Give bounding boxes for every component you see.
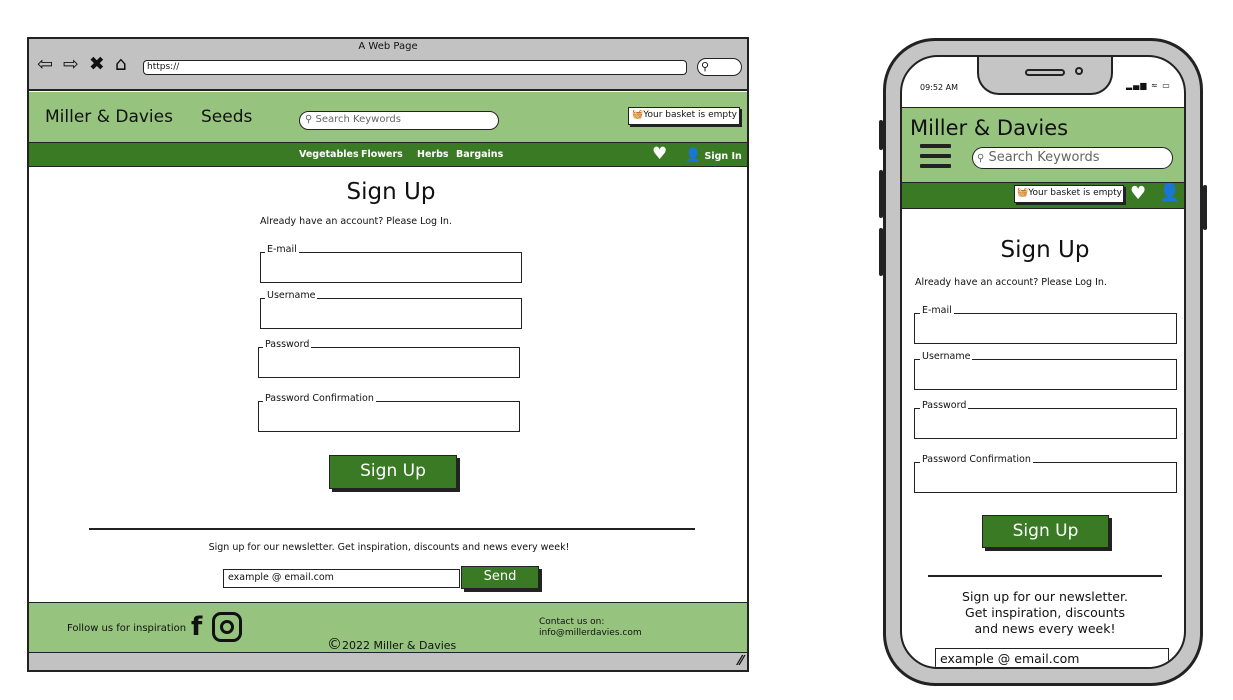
email-field-label: E-mail bbox=[265, 244, 299, 255]
contact-info: Contact us on: info@millerdavies.com bbox=[539, 617, 642, 639]
site-header: Miller & Davies Seeds ⚲ Search Keywords … bbox=[29, 92, 747, 142]
brand-suffix[interactable]: Seeds bbox=[201, 107, 252, 127]
mobile-password-field-label: Password bbox=[920, 400, 969, 411]
newsletter-email-input[interactable]: example @ email.com bbox=[223, 569, 460, 588]
divider bbox=[89, 528, 695, 530]
mobile-newsletter-line-3: and news every week! bbox=[974, 621, 1116, 636]
sign-up-button[interactable]: Sign Up bbox=[329, 455, 457, 489]
brand-name[interactable]: Miller & Davies bbox=[45, 107, 173, 127]
password-confirmation-field-label: Password Confirmation bbox=[263, 393, 376, 404]
mobile-password-field[interactable] bbox=[914, 408, 1177, 439]
mobile-newsletter-email-input[interactable]: example @ email.com bbox=[935, 648, 1169, 667]
sign-in-label: Sign In bbox=[704, 151, 742, 162]
username-field[interactable] bbox=[260, 298, 522, 329]
mobile-basket-button[interactable]: 🧺Your basket is empty bbox=[1014, 185, 1124, 203]
password-confirmation-field[interactable] bbox=[258, 401, 520, 432]
nav-vegetables[interactable]: Vegetables bbox=[299, 149, 359, 160]
resize-grip-icon[interactable]: ⁄⁄ bbox=[739, 654, 743, 669]
password-field[interactable] bbox=[258, 347, 520, 378]
nav-herbs[interactable]: Herbs bbox=[417, 149, 449, 160]
instagram-icon[interactable] bbox=[212, 612, 242, 642]
user-icon: 👤 bbox=[685, 148, 702, 163]
mobile-login-hint[interactable]: Already have an account? Please Log In. bbox=[915, 277, 1107, 288]
mobile-screen: 09:52 AM ▂▄▆ ≈ ▭ Miller & Davies ⚲ Searc… bbox=[900, 55, 1186, 669]
basket-icon: 🧺 bbox=[632, 110, 644, 120]
speaker-icon bbox=[1025, 69, 1065, 76]
phone-notch bbox=[977, 57, 1113, 95]
email-field[interactable] bbox=[260, 252, 522, 283]
mobile-phone-frame: 09:52 AM ▂▄▆ ≈ ▭ Miller & Davies ⚲ Searc… bbox=[883, 38, 1203, 686]
wishlist-heart-icon[interactable]: ♥ bbox=[1130, 183, 1146, 204]
mobile-brand-name[interactable]: Miller & Davies bbox=[910, 116, 1068, 140]
username-field-label: Username bbox=[265, 290, 318, 301]
sign-in-link[interactable]: 👤 Sign In bbox=[685, 148, 742, 163]
mobile-search-placeholder: Search Keywords bbox=[988, 150, 1100, 165]
copyright-text: 2022 Miller & Davies bbox=[342, 639, 457, 652]
contact-label: Contact us on: bbox=[539, 617, 605, 627]
mobile-navbar: 🧺Your basket is empty ♥ 👤 bbox=[902, 182, 1184, 209]
mobile-email-field-label: E-mail bbox=[920, 305, 954, 316]
nav-flowers[interactable]: Flowers bbox=[361, 149, 403, 160]
mobile-divider bbox=[928, 575, 1162, 577]
mobile-search-input[interactable]: ⚲ Search Keywords bbox=[972, 147, 1173, 169]
mobile-header: Miller & Davies ⚲ Search Keywords bbox=[902, 107, 1184, 182]
login-hint[interactable]: Already have an account? Please Log In. bbox=[260, 216, 452, 227]
basket-icon: 🧺 bbox=[1017, 188, 1029, 198]
user-icon[interactable]: 👤 bbox=[1159, 183, 1180, 203]
contact-email[interactable]: info@millerdavies.com bbox=[539, 628, 642, 639]
hamburger-menu-icon[interactable] bbox=[920, 144, 951, 168]
newsletter-text: Sign up for our newsletter. Get inspirat… bbox=[208, 542, 570, 553]
browser-search-icon[interactable]: ⚲ bbox=[697, 58, 742, 76]
signal-wifi-battery-icons: ▂▄▆ ≈ ▭ bbox=[1126, 81, 1171, 90]
mobile-basket-label: Your basket is empty bbox=[1028, 188, 1122, 198]
password-field-label: Password bbox=[263, 339, 312, 350]
mobile-page-title: Sign Up bbox=[1000, 237, 1090, 263]
browser-titlebar: A Web Page ⇦ ⇨ ✖ ⌂ https:// ⚲ bbox=[29, 39, 747, 91]
search-placeholder: Search Keywords bbox=[315, 114, 401, 125]
url-bar[interactable]: https:// bbox=[143, 60, 687, 75]
mobile-newsletter-line-1: Sign up for our newsletter. bbox=[962, 589, 1128, 604]
mobile-password-confirmation-field[interactable] bbox=[914, 462, 1177, 493]
basket-label: Your basket is empty bbox=[643, 110, 737, 120]
nav-bargains[interactable]: Bargains bbox=[456, 149, 503, 160]
window-title: A Web Page bbox=[358, 41, 418, 52]
browser-nav-icons[interactable]: ⇦ ⇨ ✖ ⌂ bbox=[37, 53, 129, 75]
follow-text: Follow us for inspiration bbox=[67, 623, 187, 634]
mobile-newsletter-line-2: Get inspiration, discounts bbox=[965, 605, 1125, 620]
browser-statusbar: ⁄⁄ bbox=[29, 652, 747, 670]
camera-icon bbox=[1075, 67, 1083, 75]
search-input[interactable]: ⚲ Search Keywords bbox=[299, 111, 499, 130]
copyright: ©2022 Miller & Davies bbox=[327, 635, 456, 653]
page-title: Sign Up bbox=[346, 179, 436, 205]
mobile-username-field[interactable] bbox=[914, 359, 1177, 390]
search-icon: ⚲ bbox=[305, 114, 313, 125]
basket-button[interactable]: 🧺Your basket is empty bbox=[628, 107, 740, 125]
copyright-icon: © bbox=[327, 635, 342, 653]
search-icon: ⚲ bbox=[977, 153, 985, 164]
status-time: 09:52 AM bbox=[920, 83, 958, 92]
mobile-sign-up-button[interactable]: Sign Up bbox=[982, 515, 1109, 548]
mobile-username-field-label: Username bbox=[920, 351, 973, 362]
facebook-icon[interactable]: f bbox=[191, 612, 202, 642]
mobile-email-field[interactable] bbox=[914, 313, 1177, 344]
mobile-password-confirmation-field-label: Password Confirmation bbox=[920, 454, 1033, 465]
site-footer: Follow us for inspiration f ©2022 Miller… bbox=[29, 602, 747, 653]
send-button[interactable]: Send bbox=[461, 566, 539, 589]
phone-side-button bbox=[1203, 185, 1207, 230]
wishlist-heart-icon[interactable]: ♥ bbox=[652, 144, 667, 164]
desktop-browser-window: A Web Page ⇦ ⇨ ✖ ⌂ https:// ⚲ Miller & D… bbox=[27, 37, 749, 672]
main-nav: Vegetables Flowers Herbs Bargains ♥ 👤 Si… bbox=[29, 142, 747, 167]
